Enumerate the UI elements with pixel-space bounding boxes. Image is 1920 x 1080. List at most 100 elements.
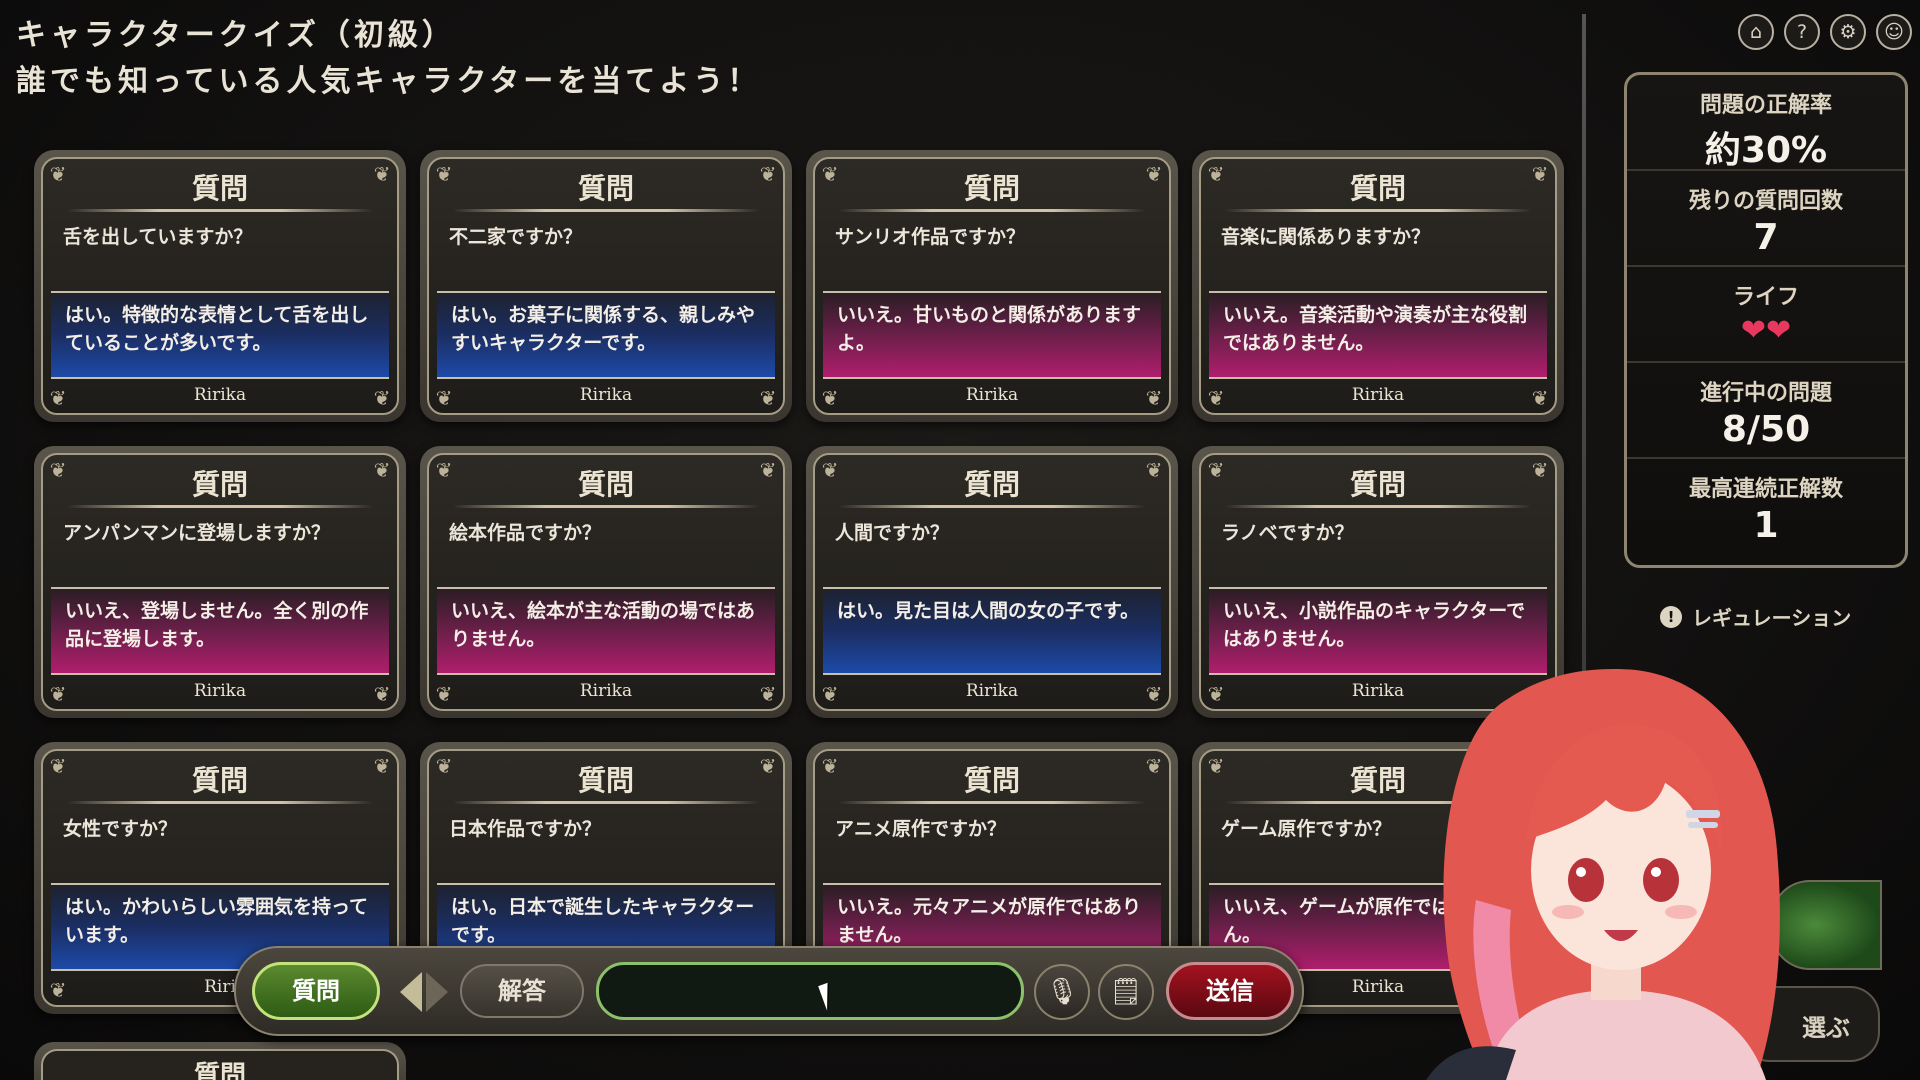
header: キャラクタークイズ（初級） 誰でも知っている人気キャラクターを当てよう！ — [16, 14, 761, 106]
ornament-icon: ❦ — [435, 754, 453, 778]
stat-label: ライフ — [1732, 285, 1799, 310]
ornament-icon: ❦ — [373, 458, 391, 482]
card-heading: 質問 — [191, 468, 248, 501]
settings-icon[interactable]: ⚙ — [1830, 14, 1866, 50]
stat-label: 進行中の問題 — [1699, 381, 1832, 406]
ornament-icon: ❦ — [435, 458, 453, 482]
question-card-partial: 質問 — [34, 1042, 406, 1080]
question-card: ❦ ❦ ❦ ❦ 質問 音楽に関係ありますか？ いいえ。音楽活動や演奏が主な役割ではありません… — [1192, 150, 1564, 422]
quiz-subtitle: 誰でも知っている人気キャラクターを当てよう！ — [16, 64, 762, 99]
card-frame: ❦ ❦ ❦ ❦ 質問 絵本作品ですか？ いいえ、絵本が主な活動の場ではありません。 Ririk… — [427, 453, 785, 711]
card-answer: いいえ。甘いものと関係がありますよ。 — [823, 291, 1161, 379]
card-question: 人間ですか？ — [835, 522, 950, 544]
stat-streak: 最高連続正解数 1 — [1627, 459, 1905, 555]
card-signature: Ririka — [193, 385, 247, 405]
top-icon-bar: ⌂ ? ⚙ ☺ — [1738, 14, 1912, 50]
ornament-icon: ❦ — [759, 162, 777, 186]
card-heading: 質問 — [41, 1049, 399, 1080]
card-answer: はい。見た目は人間の女の子です。 — [823, 587, 1161, 675]
card-signature: Ririka — [579, 681, 633, 701]
input-bar: 質問 解答 🎙 🗒 送信 — [234, 946, 1304, 1036]
card-frame: ❦ ❦ ❦ ❦ 質問 アンパンマンに登場しますか？ いいえ、登場しません。全く別の作品に登場… — [41, 453, 399, 711]
answer-mode-button[interactable]: 解答 — [460, 964, 584, 1018]
ornament-icon: ❦ — [1145, 162, 1163, 186]
stat-accuracy: 問題の正解率 約30% — [1627, 75, 1905, 171]
card-signature: Ririka — [193, 681, 247, 701]
stat-value: 約30% — [1704, 130, 1828, 171]
ornament-icon: ❦ — [821, 162, 839, 186]
stat-label: 最高連続正解数 — [1688, 477, 1843, 502]
card-signature: Ririka — [1351, 385, 1405, 405]
question-card: ❦ ❦ ❦ ❦ 質問 サンリオ作品ですか？ いいえ。甘いものと関係がありますよ。 Ririka — [806, 150, 1178, 422]
ornament-icon: ❦ — [1145, 458, 1163, 482]
quiz-title: キャラクタークイズ（初級） — [16, 18, 456, 53]
card-question: ラノベですか？ — [1221, 522, 1354, 544]
card-frame: ❦ ❦ ❦ ❦ 質問 不二家ですか？ はい。お菓子に関係する、親しみやすいキャラクターです。… — [427, 157, 785, 415]
card-heading: 質問 — [191, 764, 248, 797]
card-signature: Ririka — [579, 385, 633, 405]
ornament-icon: ❦ — [49, 754, 67, 778]
stat-remaining: 残りの質問回数 7 — [1627, 171, 1905, 267]
ornament-icon: ❦ — [759, 754, 777, 778]
help-icon[interactable]: ? — [1784, 14, 1820, 50]
card-answer: いいえ、登場しません。全く別の作品に登場します。 — [51, 587, 389, 675]
card-question: 女性ですか？ — [63, 818, 178, 840]
memo-icon[interactable]: 🗒 — [1098, 964, 1154, 1020]
card-question: 音楽に関係ありますか？ — [1221, 226, 1431, 248]
card-heading: 質問 — [963, 172, 1020, 205]
ornament-icon: ❦ — [373, 754, 391, 778]
ornament-icon: ❦ — [821, 754, 839, 778]
ornament-icon: ❦ — [1207, 754, 1225, 778]
card-answer: はい。特徴的な表情として舌を出していることが多いです。 — [51, 291, 389, 379]
arrow-right-icon[interactable] — [426, 972, 448, 1012]
question-card: ❦ ❦ ❦ ❦ 質問 人間ですか？ はい。見た目は人間の女の子です。 Ririka — [806, 446, 1178, 718]
card-answer: いいえ。音楽活動や演奏が主な役割ではありません。 — [1209, 291, 1547, 379]
card-question: サンリオ作品ですか？ — [835, 226, 1026, 248]
card-question: 絵本作品ですか？ — [449, 522, 602, 544]
ornament-icon: ❦ — [373, 162, 391, 186]
vtuber-avatar — [1426, 669, 1780, 1080]
card-frame: ❦ ❦ ❦ ❦ 質問 人間ですか？ はい。見た目は人間の女の子です。 Ririka — [813, 453, 1171, 711]
card-heading: 質問 — [191, 172, 248, 205]
question-card: ❦ ❦ ❦ ❦ 質問 舌を出していますか？ はい。特徴的な表情として舌を出していることが多い… — [34, 150, 406, 422]
ornament-icon: ❦ — [1207, 458, 1225, 482]
card-question: アニメ原作ですか？ — [835, 818, 1007, 840]
ornament-icon: ❦ — [759, 458, 777, 482]
card-answer: はい。お菓子に関係する、親しみやすいキャラクターです。 — [437, 291, 775, 379]
card-frame: ❦ ❦ ❦ ❦ 質問 音楽に関係ありますか？ いいえ。音楽活動や演奏が主な役割ではありません… — [1199, 157, 1557, 415]
discord-icon[interactable]: ☺ — [1876, 14, 1912, 50]
info-icon: ! — [1660, 605, 1682, 628]
mode-toggle[interactable] — [394, 972, 454, 1012]
card-question: 舌を出していますか？ — [63, 226, 253, 248]
microphone-icon[interactable]: 🎙 — [1034, 964, 1090, 1020]
ornament-icon: ❦ — [1531, 458, 1549, 482]
card-frame: ❦ ❦ ❦ ❦ 質問 サンリオ作品ですか？ いいえ。甘いものと関係がありますよ。 Ririka — [813, 157, 1171, 415]
arrow-left-icon[interactable] — [400, 972, 422, 1012]
ornament-icon: ❦ — [1531, 162, 1549, 186]
ornament-icon: ❦ — [1145, 754, 1163, 778]
question-card: ❦ ❦ ❦ ❦ 質問 不二家ですか？ はい。お菓子に関係する、親しみやすいキャラクターです。… — [420, 150, 792, 422]
card-heading: 質問 — [963, 764, 1020, 797]
card-heading: 質問 — [1349, 468, 1406, 501]
card-question: アンパンマンに登場しますか？ — [63, 522, 330, 544]
regulation-link[interactable]: ! レギュレーション — [1660, 602, 1851, 631]
question-mode-button[interactable]: 質問 — [252, 962, 380, 1020]
card-signature: Ririka — [965, 385, 1019, 405]
home-icon[interactable]: ⌂ — [1738, 14, 1774, 50]
card-answer: いいえ、絵本が主な活動の場ではありません。 — [437, 587, 775, 675]
stat-label: 問題の正解率 — [1699, 93, 1832, 118]
card-signature: Ririka — [965, 681, 1019, 701]
stat-life: ライフ ❤❤ — [1627, 267, 1905, 363]
send-button[interactable]: 送信 — [1166, 962, 1294, 1020]
ornament-icon: ❦ — [1207, 162, 1225, 186]
stats-panel: 問題の正解率 約30% 残りの質問回数 7 ライフ ❤❤ 進行中の問題 8/50… — [1624, 72, 1908, 568]
question-card: ❦ ❦ ❦ ❦ 質問 絵本作品ですか？ いいえ、絵本が主な活動の場ではありません。 Ririk… — [420, 446, 792, 718]
card-heading: 質問 — [1349, 172, 1406, 205]
question-card: ❦ ❦ ❦ ❦ 質問 アンパンマンに登場しますか？ いいえ、登場しません。全く別の作品に登場… — [34, 446, 406, 718]
message-input[interactable] — [596, 962, 1024, 1020]
stat-value: 8/50 — [1721, 409, 1811, 450]
regulation-label: レギュレーション — [1692, 606, 1852, 630]
card-heading: 質問 — [577, 172, 634, 205]
card-question: 不二家ですか？ — [449, 226, 583, 248]
card-heading: 質問 — [577, 468, 634, 501]
